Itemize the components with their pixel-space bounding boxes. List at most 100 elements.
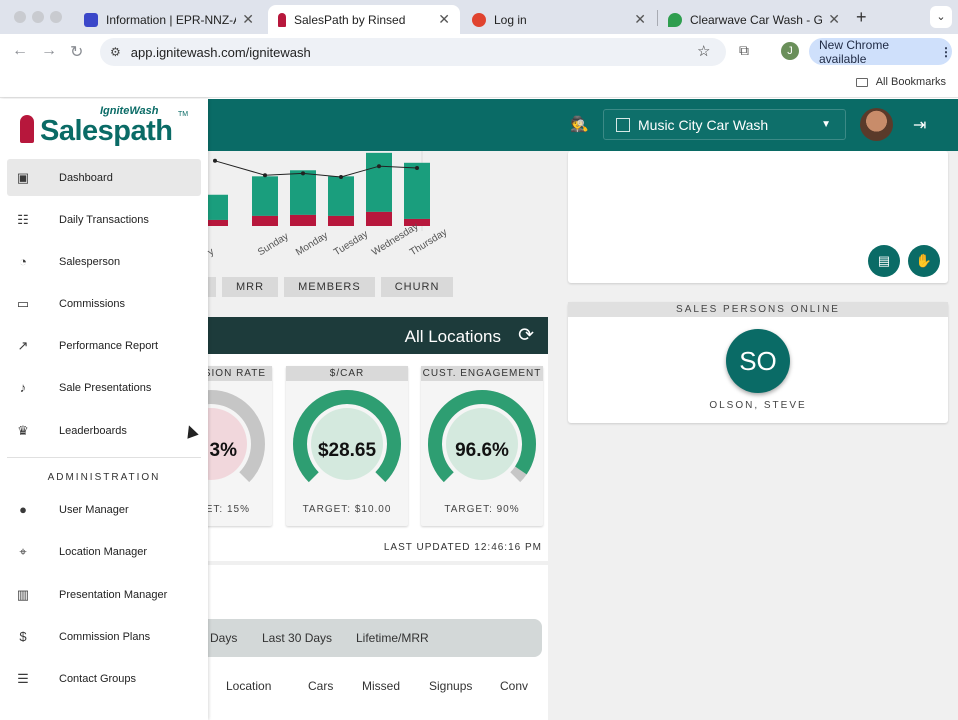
daily-transactions-icon: ☷ bbox=[17, 211, 29, 227]
contacts-icon: ☰ bbox=[17, 670, 29, 686]
browser-tab-active[interactable]: SalesPath by Rinsed ✕ bbox=[268, 5, 460, 34]
tab-label: Clearwave Car Wash - Google bbox=[690, 12, 823, 27]
all-bookmarks-label: All Bookmarks bbox=[875, 76, 946, 88]
close-icon[interactable]: ✕ bbox=[634, 11, 646, 28]
kpi-panel: SION RATE 3% ET: 15% $/CAR $28.65 TARGET… bbox=[150, 354, 548, 561]
sidebar-divider bbox=[7, 457, 201, 458]
tab-last-30-days[interactable]: Last 30 Days bbox=[262, 631, 332, 645]
back-arrow-icon[interactable]: ← bbox=[12, 42, 28, 60]
salesperson-avatar[interactable]: SO bbox=[726, 329, 790, 393]
sidebar-item-label: Performance Report bbox=[59, 339, 159, 352]
window-zoom-button[interactable] bbox=[50, 11, 62, 23]
sidebar-item-label: Presentation Manager bbox=[59, 588, 168, 601]
sidebar-item-location-manager[interactable]: ⌖ Location Manager bbox=[7, 533, 201, 570]
sidebar-item-label: Commissions bbox=[59, 297, 126, 310]
col-missed[interactable]: Missed bbox=[362, 679, 400, 693]
kpi-target: TARGET: 90% bbox=[444, 504, 520, 515]
chart-bar-green bbox=[366, 152, 392, 212]
chip-members[interactable]: MEMBERS bbox=[284, 277, 375, 297]
navigation-drawer: IgniteWash Salespath TM ▣ Dashboard ☷ Da… bbox=[0, 99, 208, 720]
close-icon[interactable]: ✕ bbox=[242, 11, 254, 28]
forward-arrow-icon[interactable]: → bbox=[41, 42, 57, 60]
chart-bar-green bbox=[202, 194, 228, 220]
incognito-spy-icon[interactable]: 🕵 bbox=[570, 115, 589, 133]
tab-days[interactable]: Days bbox=[210, 631, 237, 645]
kpi-value: 96.6% bbox=[455, 440, 509, 461]
right-top-card: ▤ ✋ bbox=[568, 151, 948, 283]
salesperson-icon: ◔ bbox=[19, 254, 27, 269]
banner-title: All Locations bbox=[404, 327, 501, 346]
sidebar-item-commissions[interactable]: ▭ Commissions bbox=[7, 285, 201, 322]
sidebar-item-leaderboards[interactable]: ♛ Leaderboards bbox=[7, 412, 201, 449]
kpi-header: CUST. ENGAGEMENT bbox=[421, 366, 543, 381]
sidebar-item-dashboard[interactable]: ▣ Dashboard bbox=[7, 159, 201, 196]
sidebar-item-performance-report[interactable]: ↗ Performance Report bbox=[7, 327, 201, 364]
logout-icon[interactable]: ⇥ bbox=[913, 115, 926, 135]
maps-pin-icon bbox=[668, 12, 682, 27]
sidebar-item-label: Sale Presentations bbox=[59, 381, 152, 394]
user-avatar[interactable] bbox=[860, 108, 893, 141]
dollar-icon: $ bbox=[19, 629, 27, 644]
col-conv[interactable]: Conv bbox=[500, 679, 528, 693]
browser-tab[interactable]: Information | EPR-NNZ-AAAZ ✕ bbox=[74, 5, 264, 34]
sidebar-item-label: Location Manager bbox=[59, 545, 148, 558]
sidebar-item-label: Contact Groups bbox=[59, 672, 137, 685]
sidebar-item-sale-presentations[interactable]: ♪ Sale Presentations bbox=[7, 369, 201, 406]
site-info-icon[interactable]: ⚙ bbox=[110, 45, 121, 59]
chart-line-point bbox=[339, 175, 343, 179]
chart-line-point bbox=[415, 166, 419, 170]
update-chrome-button[interactable]: New Chrome available ⋮ bbox=[809, 38, 952, 66]
close-icon[interactable]: ✕ bbox=[438, 11, 450, 28]
extensions-puzzle-icon[interactable]: ⧉ bbox=[739, 42, 749, 59]
brand-name: Salespath bbox=[40, 115, 173, 147]
tab-label: Log in bbox=[494, 12, 527, 27]
window-close-button[interactable] bbox=[14, 11, 26, 23]
range-tabs: Days Last 30 Days Lifetime/MRR bbox=[208, 619, 542, 657]
close-icon[interactable]: ✕ bbox=[828, 11, 840, 28]
building-icon bbox=[616, 117, 630, 132]
chart-bar-red bbox=[252, 215, 278, 226]
presentation-icon: ♪ bbox=[19, 380, 27, 395]
refresh-icon[interactable]: ⟳ bbox=[518, 324, 534, 347]
dashboard-icon: ▣ bbox=[16, 169, 30, 185]
profile-avatar[interactable]: J bbox=[781, 42, 799, 60]
col-signups[interactable]: Signups bbox=[429, 679, 472, 693]
tab-search-chevron-icon[interactable]: ⌄ bbox=[930, 6, 952, 28]
chart-bar-red bbox=[328, 215, 354, 226]
presentation-fab-icon[interactable]: ▤ bbox=[868, 245, 900, 277]
browser-tab[interactable]: Log in ✕ bbox=[462, 5, 656, 34]
sidebar-item-salesperson[interactable]: ◔ Salesperson bbox=[7, 243, 201, 280]
address-bar[interactable]: ⚙ app.ignitewash.com/ignitewash bbox=[100, 38, 726, 66]
presentation-manager-icon: ▥ bbox=[16, 586, 30, 602]
last-updated: LAST UPDATED 12:46:16 PM bbox=[383, 542, 542, 553]
tab-label: SalesPath by Rinsed bbox=[294, 12, 406, 27]
chart-bar-red bbox=[202, 219, 228, 226]
sidebar-item-daily-transactions[interactable]: ☷ Daily Transactions bbox=[7, 201, 201, 238]
sales-persons-online-card: SALES PERSONS ONLINE SO OLSON, STEVE bbox=[568, 302, 948, 423]
col-cars[interactable]: Cars bbox=[308, 679, 333, 693]
sidebar-item-presentation-manager[interactable]: ▥ Presentation Manager bbox=[7, 576, 201, 613]
location-select[interactable]: Music City Car Wash ▼ bbox=[603, 109, 846, 140]
new-tab-plus-icon[interactable]: + bbox=[856, 7, 867, 28]
chip-churn[interactable]: CHURN bbox=[380, 277, 454, 297]
col-location[interactable]: Location bbox=[226, 679, 271, 693]
all-bookmarks-button[interactable]: All Bookmarks bbox=[855, 76, 946, 88]
browser-tab[interactable]: Clearwave Car Wash - Google ✕ bbox=[658, 5, 850, 34]
rocket-icon bbox=[20, 115, 34, 143]
bookmarks-bar: All Bookmarks bbox=[0, 70, 958, 98]
sidebar-item-user-manager[interactable]: ● User Manager bbox=[7, 491, 201, 528]
sidebar-item-commission-plans[interactable]: $ Commission Plans bbox=[7, 618, 201, 655]
chart-bar-green bbox=[290, 170, 316, 215]
bookmark-star-icon[interactable]: ☆ bbox=[697, 42, 710, 60]
clap-fab-icon[interactable]: ✋ bbox=[908, 245, 940, 277]
kpi-header: $/CAR bbox=[286, 366, 408, 381]
reload-icon[interactable]: ↻ bbox=[70, 42, 83, 62]
sidebar-item-contact-groups[interactable]: ☰ Contact Groups bbox=[7, 660, 201, 697]
window-minimize-button[interactable] bbox=[32, 11, 44, 23]
commissions-icon: ▭ bbox=[16, 295, 30, 311]
salespath-logo: IgniteWash Salespath TM bbox=[20, 105, 190, 149]
tab-lifetime-mrr[interactable]: Lifetime/MRR bbox=[356, 631, 429, 645]
chart-bar-red bbox=[366, 211, 392, 226]
chip-mrr[interactable]: MRR bbox=[222, 277, 279, 297]
tab-label: Information | EPR-NNZ-AAAZ bbox=[106, 12, 236, 27]
